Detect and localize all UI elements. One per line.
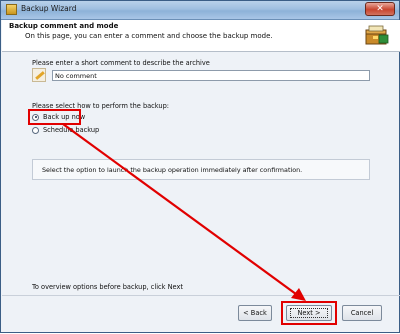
annotation-arrow-head (291, 288, 306, 301)
backup-wizard-window: Backup Wizard ✕ Backup comment and mode … (0, 0, 400, 333)
annotation-arrow (62, 123, 306, 301)
annotation-arrow-line (62, 123, 301, 298)
